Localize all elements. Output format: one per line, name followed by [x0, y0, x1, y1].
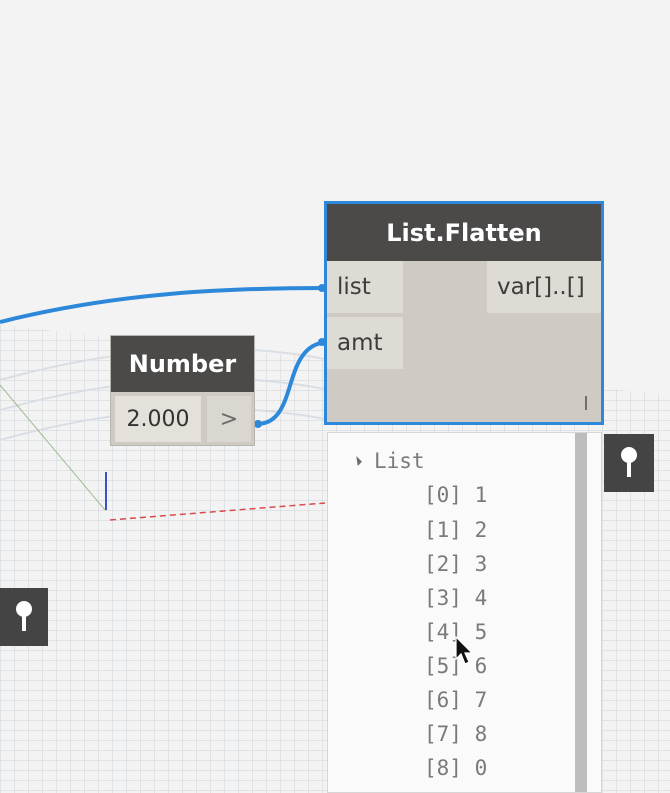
input-port-list[interactable]: list	[327, 261, 403, 313]
number-node[interactable]: Number 2.000 >	[110, 335, 255, 446]
pin-icon	[621, 447, 637, 477]
list-item: [6] 7	[424, 688, 487, 712]
list-item-value: 6	[474, 654, 488, 678]
list-item-value: 2	[474, 518, 488, 542]
list-item: [8] 0	[424, 756, 487, 780]
list-item-value: 0	[474, 756, 488, 780]
collapse-triangle-icon[interactable]	[352, 456, 362, 466]
list-item-index: [6]	[424, 688, 462, 712]
input-port-amt[interactable]: amt	[327, 317, 403, 369]
list-flatten-title[interactable]: List.Flatten	[327, 204, 601, 261]
mouse-pointer-icon	[455, 636, 474, 665]
number-output-port[interactable]: >	[207, 396, 251, 442]
preview-bubble[interactable]: List [0] 1 [1] 2 [2] 3 [3] 4 [4] 5 [5] 6…	[327, 432, 602, 793]
list-item-value: 3	[474, 552, 488, 576]
number-value-field[interactable]: 2.000	[115, 396, 201, 442]
pin-preview-button[interactable]	[0, 588, 48, 646]
list-flatten-node[interactable]: List.Flatten list amt var[]..[]	[324, 201, 604, 425]
list-item-index: [2]	[424, 552, 462, 576]
pin-icon	[16, 601, 32, 631]
pin-preview-button[interactable]	[604, 434, 654, 492]
list-item-index: [3]	[424, 586, 462, 610]
preview-list-header[interactable]: List	[352, 449, 425, 473]
list-item: [2] 3	[424, 552, 487, 576]
list-item-index: [7]	[424, 722, 462, 746]
list-item: [0] 1	[424, 483, 487, 507]
dynamo-canvas[interactable]: Number 2.000 > List.Flatten list amt var…	[0, 0, 670, 793]
output-port-var[interactable]: var[]..[]	[487, 261, 601, 313]
preview-scrollbar[interactable]	[575, 433, 587, 792]
list-item-value: 7	[474, 688, 488, 712]
number-node-title[interactable]: Number	[111, 336, 254, 392]
list-item-index: [1]	[424, 518, 462, 542]
list-item-value: 8	[474, 722, 488, 746]
list-item-value: 5	[474, 620, 488, 644]
list-item: [7] 8	[424, 722, 487, 746]
list-item-value: 1	[474, 483, 488, 507]
list-item: [3] 4	[424, 586, 487, 610]
node-resize-grip[interactable]	[585, 396, 587, 410]
list-item: [1] 2	[424, 518, 487, 542]
list-item-index: [0]	[424, 483, 462, 507]
preview-list-label: List	[374, 449, 425, 473]
wire-to-list	[0, 286, 328, 324]
list-item-value: 4	[474, 586, 488, 610]
list-item-index: [8]	[424, 756, 462, 780]
